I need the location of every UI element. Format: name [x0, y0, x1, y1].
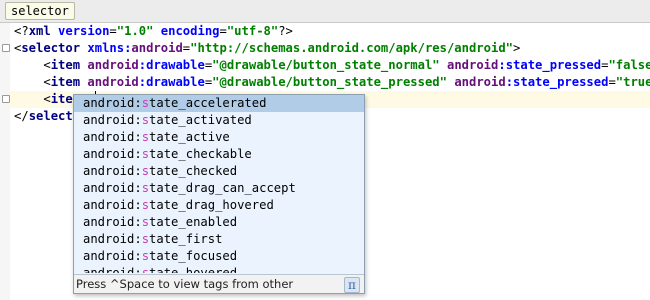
token: "false"	[608, 58, 650, 72]
token: encoding	[160, 24, 220, 38]
token: xml	[28, 24, 51, 38]
token: "utf-8"	[226, 24, 279, 38]
completion-item[interactable]: android:state_checkable	[74, 146, 364, 163]
completion-item[interactable]: android:state_checked	[74, 163, 364, 180]
completion-item-rest: tate_activated	[149, 113, 252, 127]
completion-item[interactable]: android:state_activated	[74, 112, 364, 129]
completion-item[interactable]: android:state_first	[74, 231, 364, 248]
completion-item-prefix: android:	[83, 266, 142, 273]
completion-item[interactable]: android:state_hovered	[74, 265, 364, 273]
fold-marker-icon[interactable]	[2, 44, 10, 52]
completion-item-match: s	[141, 164, 150, 178]
token: <	[43, 58, 51, 72]
completion-item-rest: tate_accelerated	[149, 96, 267, 110]
completion-item-prefix: android:	[83, 164, 142, 178]
token: item	[50, 75, 81, 89]
token: xmlns:	[87, 41, 132, 55]
token: android	[454, 75, 506, 89]
completion-item-prefix: android:	[83, 249, 142, 263]
completion-item-match: s	[141, 147, 150, 161]
editor-gutter	[0, 23, 10, 300]
completion-item-match: s	[141, 113, 150, 127]
completion-item[interactable]: android:state_drag_can_accept	[74, 180, 364, 197]
breadcrumb: selector	[0, 0, 650, 23]
completion-item-rest: tate_drag_hovered	[149, 198, 274, 212]
token: android	[87, 75, 139, 89]
token: :state_pressed	[498, 58, 602, 72]
token: android	[446, 58, 499, 72]
token: :state_pressed	[505, 75, 609, 89]
token: :drawable	[138, 58, 205, 72]
token: =	[109, 24, 117, 38]
completion-list[interactable]: android:state_accelerated android:state_a…	[74, 95, 364, 273]
completion-item[interactable]: android:state_drag_hovered	[74, 197, 364, 214]
token: "@drawable/button_state_normal"	[212, 58, 440, 72]
code-line-6[interactable]: </selecto	[14, 108, 80, 125]
completion-item-match: s	[141, 215, 150, 229]
completion-item-prefix: android:	[83, 147, 142, 161]
completion-item[interactable]: android:state_enabled	[74, 214, 364, 231]
completion-item-rest: tate_enabled	[149, 215, 238, 229]
code-line-1[interactable]: <?xml version="1.0" encoding="utf-8"?>	[14, 23, 293, 40]
completion-item-prefix: android:	[83, 181, 142, 195]
token: "http://schemas.android.com/apk/res/andr…	[190, 41, 513, 55]
completion-item-rest: tate_drag_can_accept	[149, 181, 296, 195]
code-line-3[interactable]: <item android:drawable="@drawable/button…	[14, 57, 650, 74]
completion-item-match: s	[141, 232, 150, 246]
completion-item-prefix: android:	[83, 232, 142, 246]
token: "@drawable/button_state_pressed"	[212, 75, 447, 89]
completion-item-rest: tate_focused	[149, 249, 238, 263]
completion-hint: Press ^Space to view tags from other nam…	[76, 277, 294, 291]
token: <	[43, 75, 51, 89]
completion-item-match: s	[141, 249, 150, 263]
completion-item-match: s	[141, 198, 150, 212]
code-line-4[interactable]: <item android:drawable="@drawable/button…	[14, 74, 650, 91]
completion-item-match: s	[141, 130, 150, 144]
completion-item-match: s	[141, 96, 150, 110]
token: <?	[14, 24, 29, 38]
completion-item-rest: tate_active	[149, 130, 230, 144]
completion-item[interactable]: android:state_focused	[74, 248, 364, 265]
token: </	[14, 109, 29, 123]
completion-popup[interactable]: android:state_accelerated android:state_a…	[73, 94, 365, 294]
completion-item-prefix: android:	[83, 96, 142, 110]
fold-marker-icon[interactable]	[2, 95, 10, 103]
token: android	[131, 41, 183, 55]
token: android	[87, 58, 139, 72]
token: =	[608, 75, 616, 89]
completion-item[interactable]: android:state_active	[74, 129, 364, 146]
token: >	[513, 41, 521, 55]
token: item	[50, 58, 81, 72]
completion-item-match: s	[141, 266, 150, 273]
completion-item-prefix: android:	[83, 198, 142, 212]
completion-item-rest: tate_hovered	[149, 266, 238, 273]
code-line-2[interactable]: <selector xmlns:android="http://schemas.…	[14, 40, 520, 57]
completion-item-rest: tate_first	[149, 232, 223, 246]
token: "true"	[615, 75, 650, 89]
completion-item-prefix: android:	[83, 113, 142, 127]
completion-item-prefix: android:	[83, 215, 142, 229]
token: ?>	[278, 24, 293, 38]
token: "1.0"	[116, 24, 154, 38]
pi-icon[interactable]: π	[344, 277, 360, 293]
token: :drawable	[138, 75, 205, 89]
token: version	[58, 24, 110, 38]
completion-footer: Press ^Space to view tags from other nam…	[74, 274, 364, 293]
breadcrumb-item-selector[interactable]: selector	[5, 2, 75, 20]
completion-item-prefix: android:	[83, 130, 142, 144]
completion-item[interactable]: android:state_accelerated	[74, 95, 364, 112]
token: selector	[21, 41, 81, 55]
completion-item-rest: tate_checkable	[149, 147, 252, 161]
token: =	[219, 24, 227, 38]
token: <	[43, 92, 51, 106]
completion-item-rest: tate_checked	[149, 164, 238, 178]
completion-item-match: s	[141, 181, 150, 195]
